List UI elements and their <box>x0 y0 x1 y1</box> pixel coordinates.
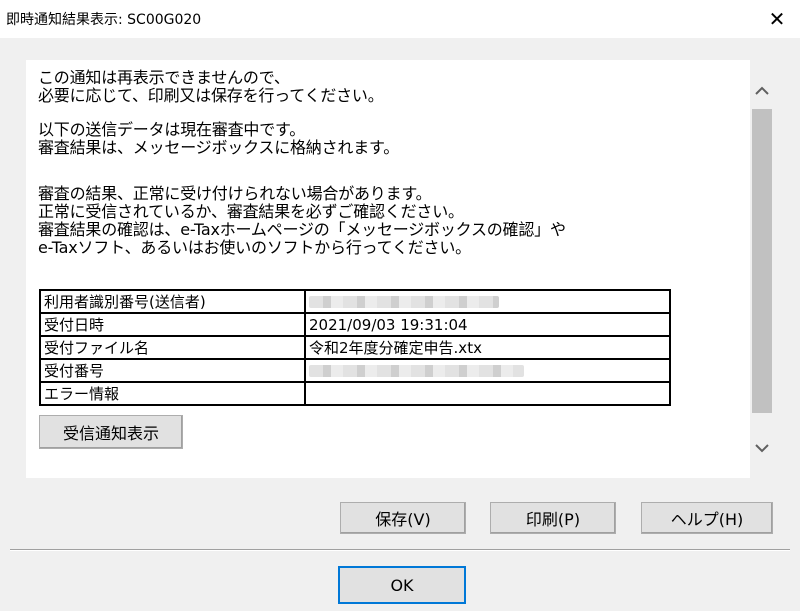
message-block-3: 審査の結果、正常に受け付けられない場合があります。 正常に受信されているか、審査… <box>38 185 738 257</box>
print-button[interactable]: 印刷(P) <box>490 502 616 534</box>
window-title: 即時通知結果表示: SC00G020 <box>6 12 202 28</box>
chevron-down-icon[interactable] <box>750 425 774 470</box>
received-filename-value: 令和2年度分確定申告.xtx <box>304 335 671 360</box>
receipt-number-label: 受付番号 <box>39 358 306 383</box>
redacted-value <box>309 365 524 377</box>
table-row: 受付ファイル名 令和2年度分確定申告.xtx <box>39 335 671 360</box>
message-block-2: 以下の送信データは現在審査中です。 審査結果は、メッセージボックスに格納されます… <box>38 121 738 157</box>
table-row: エラー情報 <box>39 381 671 406</box>
table-row: 受付番号 <box>39 358 671 383</box>
receipt-number-value <box>304 358 671 383</box>
title-bar: 即時通知結果表示: SC00G020 ✕ <box>0 0 800 38</box>
notice-content-panel: この通知は再表示できませんので、 必要に応じて、印刷又は保存を行ってください。 … <box>26 60 750 478</box>
message-line: 正常に受信されているか、審査結果を必ずご確認ください。 <box>38 202 464 221</box>
message-line: 以下の送信データは現在審査中です。 <box>38 120 306 139</box>
message-line: 審査結果は、メッセージボックスに格納されます。 <box>38 138 400 157</box>
help-button[interactable]: ヘルプ(H) <box>641 502 773 534</box>
received-datetime-label: 受付日時 <box>39 312 306 337</box>
chevron-up-icon[interactable] <box>750 68 774 113</box>
table-row: 受付日時 2021/09/03 19:31:04 <box>39 312 671 337</box>
save-button[interactable]: 保存(V) <box>340 502 466 534</box>
close-button[interactable]: ✕ <box>754 0 800 38</box>
message-line: e-Taxソフト、あるいはお使いのソフトから行ってください。 <box>38 238 471 257</box>
message-line: この通知は再表示できませんので、 <box>38 68 290 87</box>
divider <box>10 549 790 551</box>
scrollbar-thumb[interactable] <box>752 109 772 413</box>
receive-notice-button[interactable]: 受信通知表示 <box>39 415 183 449</box>
received-datetime-value: 2021/09/03 19:31:04 <box>304 312 671 337</box>
user-id-value <box>304 289 671 314</box>
submission-info-table: 利用者識別番号(送信者) 受付日時 2021/09/03 19:31:04 受付… <box>39 289 671 406</box>
table-row: 利用者識別番号(送信者) <box>39 289 671 314</box>
message-block-1: この通知は再表示できませんので、 必要に応じて、印刷又は保存を行ってください。 <box>38 69 738 105</box>
error-info-label: エラー情報 <box>39 381 306 406</box>
close-icon: ✕ <box>768 7 786 31</box>
message-line: 審査結果の確認は、e-Taxホームページの「メッセージボックスの確認」や <box>38 220 566 239</box>
received-filename-label: 受付ファイル名 <box>39 335 306 360</box>
ok-button[interactable]: OK <box>338 566 466 604</box>
message-line: 必要に応じて、印刷又は保存を行ってください。 <box>38 86 384 105</box>
redacted-value <box>309 296 499 308</box>
error-info-value <box>304 381 671 406</box>
vertical-scrollbar[interactable] <box>750 60 774 478</box>
message-line: 審査の結果、正常に受け付けられない場合があります。 <box>38 184 432 203</box>
user-id-label: 利用者識別番号(送信者) <box>39 289 306 314</box>
